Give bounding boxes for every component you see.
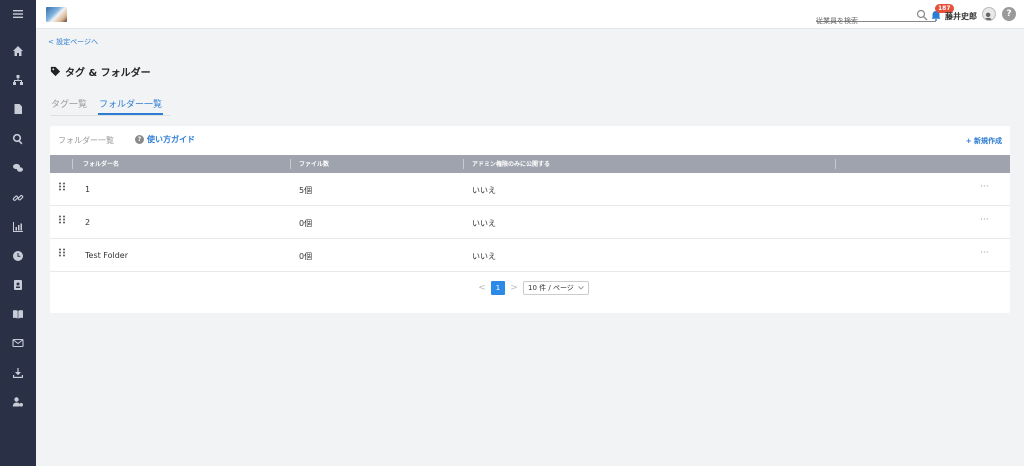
user-settings-icon[interactable] [0,390,36,414]
more-options-button[interactable]: ··· [980,182,989,192]
admin-only-value: いいえ [472,186,496,195]
table-header: フォルダー名 ファイル数 アドミン権限のみに公開する [50,155,1010,173]
chat-icon[interactable] [0,156,36,180]
avatar[interactable] [982,7,996,21]
folder-name: Test Folder [85,251,129,260]
folder-list-card: フォルダー一覧 ? 使い方ガイド + 新規作成 フォルダー名 ファイル数 アドミ… [50,126,1010,313]
book-icon[interactable] [0,302,36,326]
chart-icon[interactable] [0,215,36,239]
tab-folder-list[interactable]: フォルダー一覧 [98,97,164,115]
top-header: 187 藤井史郎 ? [36,0,1024,29]
download-icon[interactable] [0,361,36,385]
pagination: < 1 > 10 件 / ページ [478,281,589,295]
org-chart-icon[interactable] [0,68,36,92]
link-icon[interactable] [0,186,36,210]
file-count: 5個 [299,186,313,195]
avatar-icon [984,12,993,20]
sidebar [0,0,36,466]
drag-handle-icon[interactable] [58,215,66,224]
tabs: タグ一覧 フォルダー一覧 [50,97,164,115]
file-count: 0個 [299,219,313,228]
table-row[interactable]: 1 5個 いいえ ··· [50,173,1010,206]
page-number-button[interactable]: 1 [491,281,505,295]
help-circle-icon: ? [135,135,144,144]
document-icon[interactable] [0,97,36,121]
tabs-divider [50,115,170,116]
card-heading: フォルダー一覧 [58,136,114,145]
tab-tag-list[interactable]: タグ一覧 [50,97,88,115]
search-icon[interactable] [0,127,36,151]
admin-only-value: いいえ [472,219,496,228]
tag-icon [50,66,61,77]
home-icon[interactable] [0,39,36,63]
column-header-admin-only: アドミン権限のみに公開する [472,161,551,168]
username[interactable]: 藤井史郎 [945,11,977,22]
clock-icon[interactable] [0,244,36,268]
folder-name: 2 [85,218,91,227]
table-row[interactable]: 2 0個 いいえ ··· [50,206,1010,239]
column-header-folder-name: フォルダー名 [83,161,120,168]
admin-only-value: いいえ [472,252,496,261]
back-to-settings-link[interactable]: < 設定ページへ [48,37,98,47]
usage-guide-link[interactable]: ? 使い方ガイド [135,134,195,145]
page-size-value: 10 件 / ページ [528,284,574,292]
more-options-button[interactable]: ··· [980,248,989,258]
column-divider [463,159,464,169]
column-divider [835,159,836,169]
mail-icon[interactable] [0,331,36,355]
column-divider [72,159,73,169]
chevron-down-icon [577,286,584,290]
drag-handle-icon[interactable] [58,248,66,257]
company-logo[interactable] [46,7,67,22]
column-header-file-count: ファイル数 [299,161,330,168]
search-icon[interactable] [916,9,928,21]
more-options-button[interactable]: ··· [980,215,989,225]
table-row[interactable]: Test Folder 0個 いいえ ··· [50,239,1010,272]
menu-icon[interactable] [0,2,36,26]
help-button[interactable]: ? [1002,7,1016,21]
create-new-button[interactable]: + 新規作成 [966,136,1002,146]
drag-handle-icon[interactable] [58,182,66,191]
contacts-icon[interactable] [0,273,36,297]
folder-name: 1 [85,185,91,194]
page-title: タグ & フォルダー [50,64,151,79]
file-count: 0個 [299,252,313,261]
page-size-select[interactable]: 10 件 / ページ [523,281,589,295]
column-divider [290,159,291,169]
usage-guide-label: 使い方ガイド [147,135,195,144]
next-page-button[interactable]: > [510,283,518,293]
prev-page-button[interactable]: < [478,283,486,293]
page-title-text: タグ & フォルダー [65,68,151,79]
